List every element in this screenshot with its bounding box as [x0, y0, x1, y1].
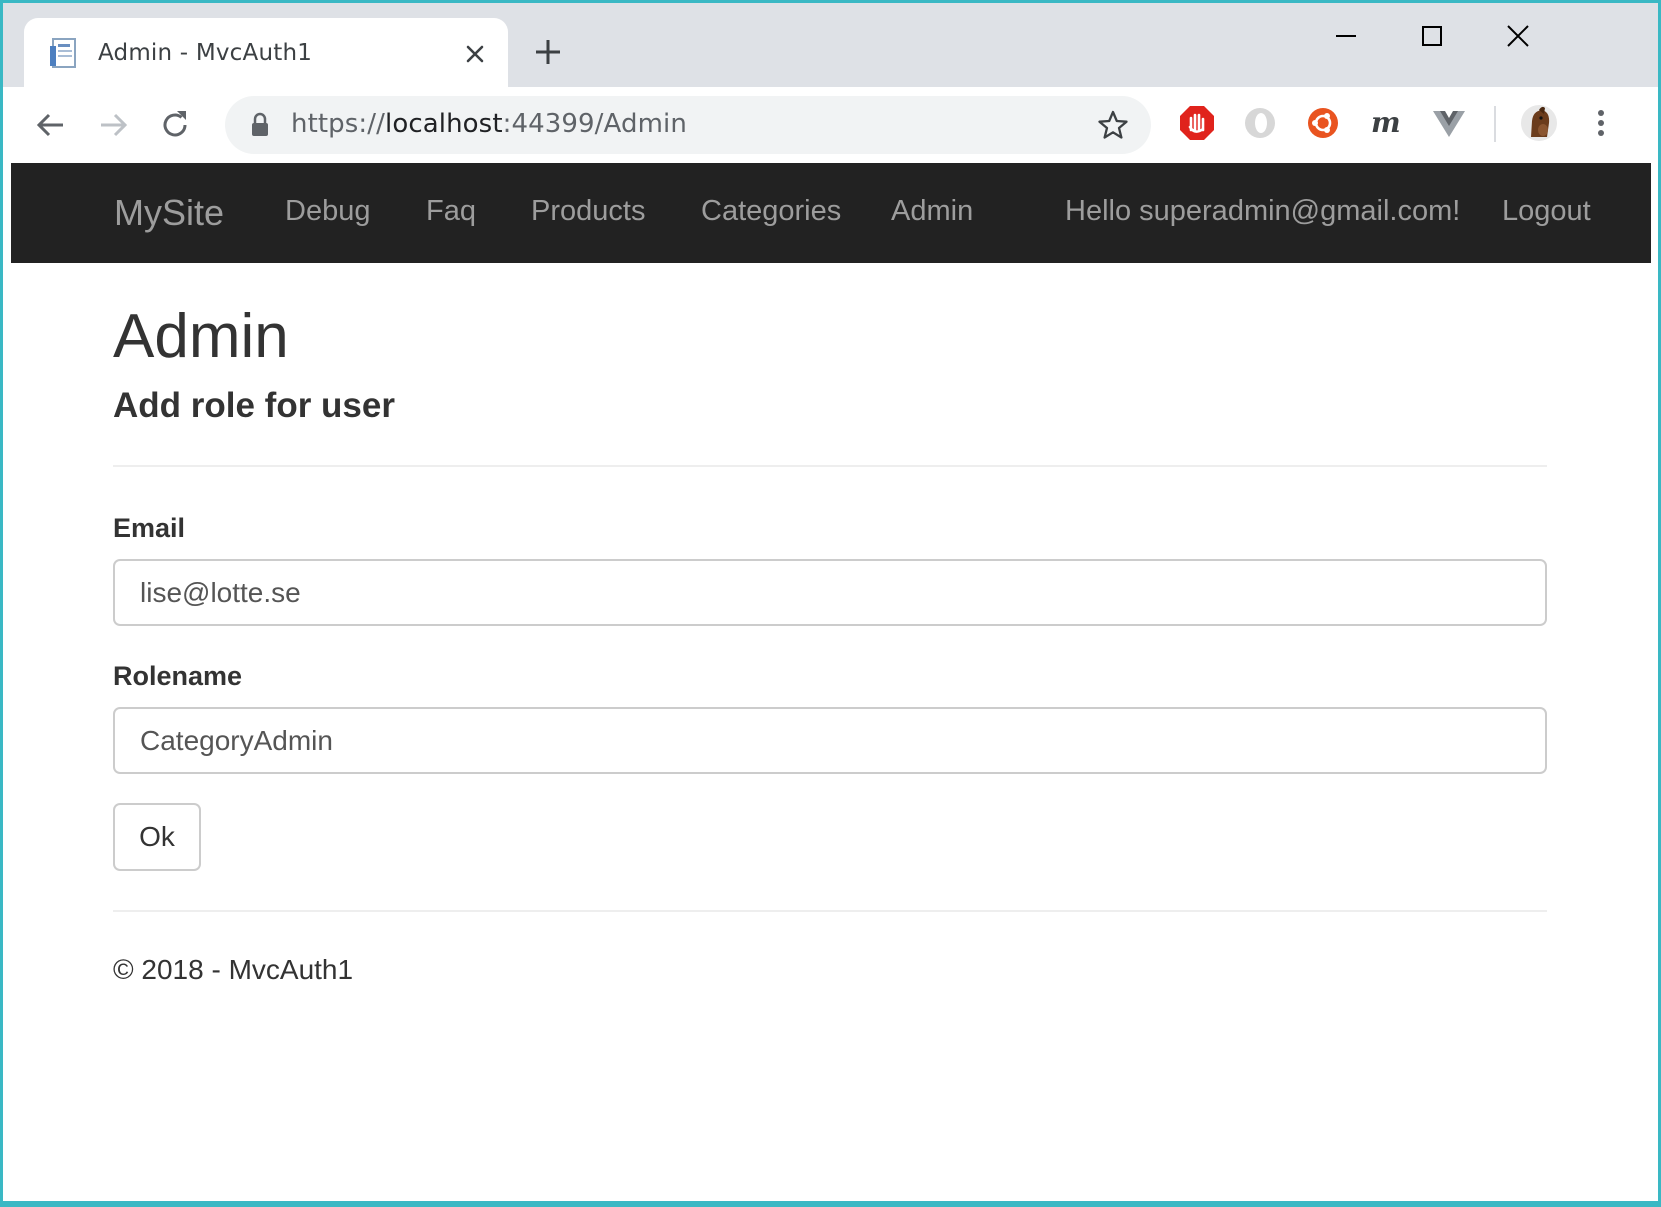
- nav-link-products[interactable]: Products: [531, 195, 645, 228]
- email-label: Email: [113, 513, 186, 543]
- reload-icon[interactable]: [157, 107, 193, 143]
- m-extension-icon[interactable]: m: [1366, 103, 1406, 143]
- divider: [113, 465, 1547, 467]
- tab-title: Admin - MvcAuth1: [98, 40, 313, 66]
- svg-text:m: m: [1371, 106, 1401, 139]
- maximize-icon[interactable]: [1417, 21, 1447, 51]
- nav-greeting[interactable]: Hello superadmin@gmail.com!: [1065, 195, 1460, 228]
- brand-link[interactable]: MySite: [114, 192, 224, 234]
- forward-arrow-icon[interactable]: [95, 107, 131, 143]
- nav-link-categories[interactable]: Categories: [701, 195, 841, 228]
- url-text: https://localhost:44399/Admin: [291, 109, 687, 139]
- kebab-menu-icon[interactable]: [1581, 103, 1621, 143]
- browser-tab[interactable]: Admin - MvcAuth1: [24, 18, 508, 89]
- email-field[interactable]: [113, 559, 1547, 626]
- nav-link-logout[interactable]: Logout: [1502, 195, 1591, 228]
- adblock-icon[interactable]: [1177, 103, 1217, 143]
- minimize-icon[interactable]: [1331, 21, 1361, 51]
- site-navbar: MySite Debug Faq Products Categories Adm…: [11, 163, 1651, 263]
- lock-icon[interactable]: [249, 112, 271, 138]
- page-favicon: [50, 38, 76, 68]
- extension-icon[interactable]: [1240, 103, 1280, 143]
- footer-divider: [113, 910, 1547, 912]
- browser-toolbar: https://localhost:44399/Admin m: [3, 87, 1658, 163]
- toolbar-separator: [1494, 106, 1496, 142]
- address-bar[interactable]: https://localhost:44399/Admin: [225, 96, 1151, 154]
- nav-link-debug[interactable]: Debug: [285, 195, 370, 228]
- rolename-label: Rolename: [113, 661, 243, 691]
- window-close-icon[interactable]: [1503, 21, 1533, 51]
- vue-devtools-icon[interactable]: [1429, 103, 1469, 143]
- nav-link-faq[interactable]: Faq: [426, 195, 476, 228]
- browser-window: Admin - MvcAuth1 https://localhost:44399…: [3, 3, 1658, 1201]
- page-title: Admin: [113, 302, 289, 371]
- tab-strip: Admin - MvcAuth1: [3, 3, 1658, 89]
- rolename-field[interactable]: [113, 707, 1547, 774]
- page-subtitle: Add role for user: [113, 386, 395, 425]
- star-icon[interactable]: [1097, 109, 1129, 141]
- plus-icon[interactable]: [533, 37, 563, 67]
- back-arrow-icon[interactable]: [33, 107, 69, 143]
- footer-copyright: © 2018 - MvcAuth1: [113, 954, 354, 985]
- ok-button[interactable]: Ok: [113, 803, 201, 871]
- profile-avatar[interactable]: [1519, 103, 1559, 143]
- nav-link-admin[interactable]: Admin: [891, 195, 973, 228]
- ubuntu-icon[interactable]: [1303, 103, 1343, 143]
- close-icon[interactable]: [461, 40, 489, 68]
